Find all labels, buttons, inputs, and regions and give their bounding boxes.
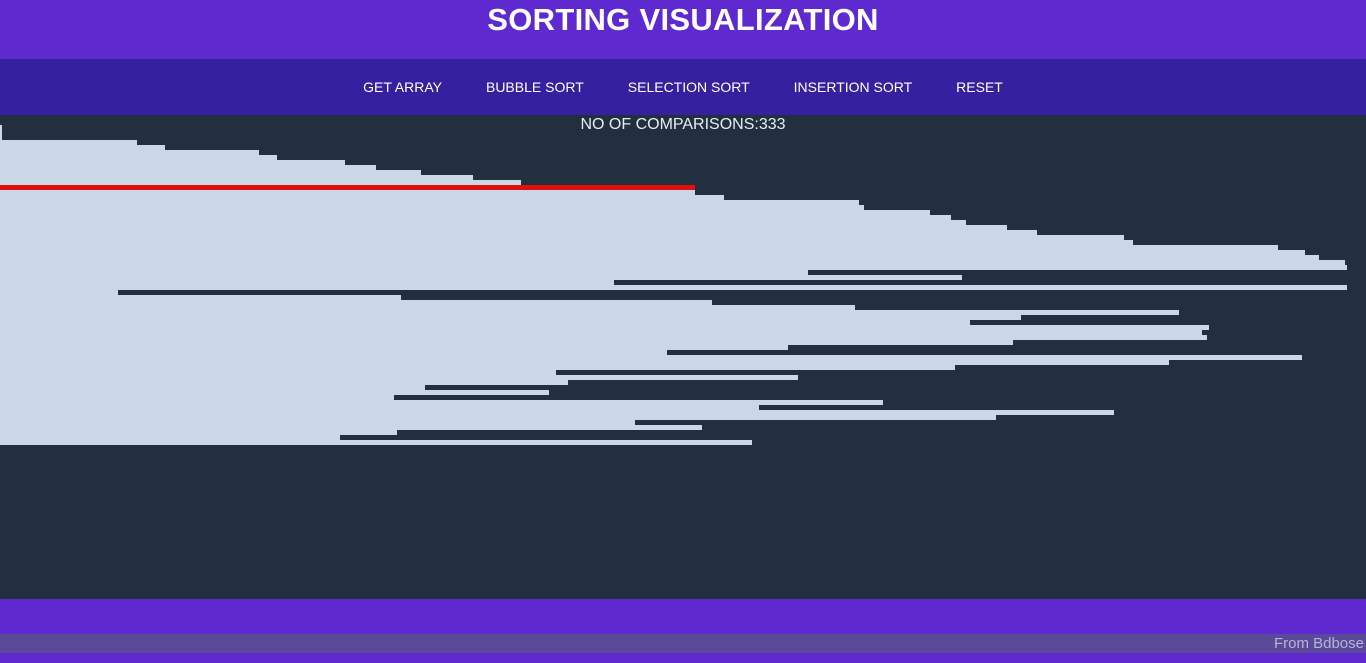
array-bar: [0, 285, 1347, 290]
sorting-visualization-area: NO OF COMPARISONS:333: [0, 115, 1366, 599]
bubble-sort-button[interactable]: BUBBLE SORT: [486, 79, 584, 95]
reset-button[interactable]: RESET: [956, 79, 1003, 95]
footer-credit: From Bdbose: [1273, 635, 1364, 652]
array-bar: [0, 440, 752, 445]
nav-bar: GET ARRAY BUBBLE SORT SELECTION SORT INS…: [0, 59, 1366, 115]
header: SORTING VISUALIZATION: [0, 0, 1366, 59]
insertion-sort-button[interactable]: INSERTION SORT: [794, 79, 913, 95]
page-title: SORTING VISUALIZATION: [487, 2, 879, 37]
array-bars: [0, 115, 1366, 599]
bottom-band: [0, 653, 1366, 663]
footer: From Bdbose: [0, 634, 1366, 653]
selection-sort-button[interactable]: SELECTION SORT: [628, 79, 750, 95]
footer-band: [0, 599, 1366, 634]
comparisons-counter: NO OF COMPARISONS:333: [580, 116, 786, 133]
get-array-button[interactable]: GET ARRAY: [363, 79, 442, 95]
